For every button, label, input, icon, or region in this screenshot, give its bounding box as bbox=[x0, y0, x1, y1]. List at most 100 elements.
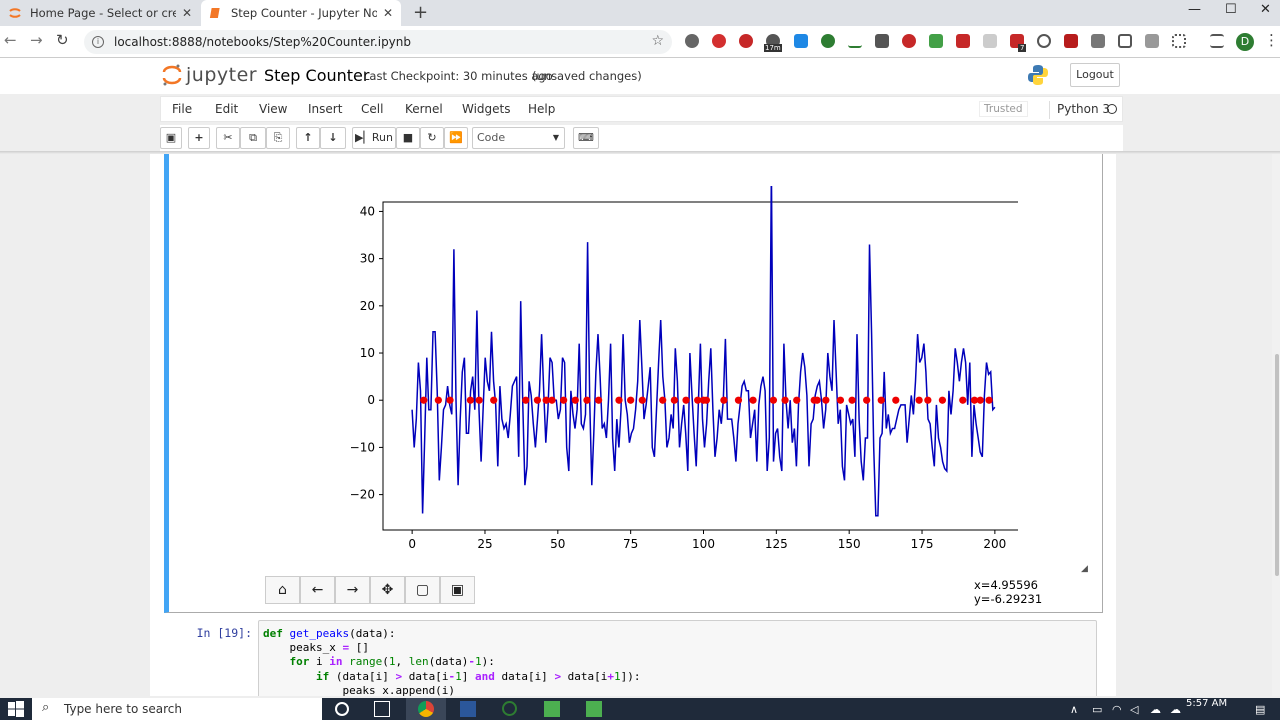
menu-file[interactable]: File bbox=[172, 102, 192, 116]
forward-arrow-icon[interactable]: → bbox=[335, 576, 370, 604]
notebook-name[interactable]: Step Counter bbox=[264, 66, 369, 85]
extension-icon[interactable] bbox=[1118, 34, 1132, 48]
browser-tab-bar: Home Page - Select or create a n ✕ Step … bbox=[0, 0, 1280, 26]
evernote-icon[interactable] bbox=[821, 34, 835, 48]
avatar[interactable]: D bbox=[1236, 33, 1254, 51]
extension-icon[interactable] bbox=[1210, 34, 1224, 48]
windows-start-icon[interactable] bbox=[8, 701, 24, 717]
extension-icon[interactable] bbox=[1172, 34, 1186, 48]
interrupt-icon[interactable]: ■ bbox=[396, 127, 420, 149]
onedrive-icon[interactable]: ☁ bbox=[1170, 703, 1181, 716]
peak-marker bbox=[813, 396, 821, 404]
peak-marker bbox=[490, 396, 498, 404]
extension-icon[interactable] bbox=[929, 34, 943, 48]
cell-type-select[interactable]: Code ▼ bbox=[472, 127, 565, 149]
extension-icon[interactable] bbox=[1064, 34, 1078, 48]
cortana-icon[interactable] bbox=[335, 702, 349, 716]
minimize-icon[interactable]: — bbox=[1188, 2, 1201, 17]
peak-marker bbox=[892, 396, 900, 404]
peak-marker bbox=[749, 396, 757, 404]
new-tab-button[interactable]: + bbox=[413, 2, 428, 23]
output-cell[interactable]: 0 25 50 75 100 125 150 175 200 −20 −10 0 10 20 30 40 ◢ … bbox=[164, 154, 1103, 613]
reload-icon[interactable]: ↻ bbox=[56, 31, 69, 49]
app-icon[interactable] bbox=[502, 701, 517, 716]
bookmark-star-icon[interactable]: ☆ bbox=[651, 33, 664, 49]
move-down-icon[interactable]: ↓ bbox=[320, 127, 346, 149]
step-plot[interactable]: 0 25 50 75 100 125 150 175 200 −20 −10 0 10 20 30 40 bbox=[338, 186, 1018, 576]
tab-step-counter[interactable]: Step Counter - Jupyter Notebook ✕ bbox=[201, 0, 401, 26]
volume-icon[interactable]: ◁ bbox=[1130, 703, 1138, 716]
task-view-icon[interactable] bbox=[374, 701, 390, 717]
restart-run-all-icon[interactable]: ⏩ bbox=[444, 127, 468, 149]
menu-edit[interactable]: Edit bbox=[215, 102, 238, 116]
resize-handle-icon[interactable]: ◢ bbox=[1081, 564, 1088, 574]
zoom-rect-icon[interactable]: ▢ bbox=[405, 576, 440, 604]
code-editor[interactable]: def get_peaks(data): peaks_x = [] for i … bbox=[258, 620, 1097, 696]
logout-button[interactable]: Logout bbox=[1070, 63, 1120, 87]
cut-icon[interactable]: ✂ bbox=[216, 127, 240, 149]
extension-icon[interactable] bbox=[1145, 34, 1159, 48]
peak-marker bbox=[659, 396, 667, 404]
extension-icon[interactable] bbox=[983, 34, 997, 48]
back-arrow-icon[interactable]: ← bbox=[4, 31, 17, 49]
taskbar-search-input[interactable]: ⌕ Type here to search bbox=[32, 698, 322, 720]
extension-icon[interactable] bbox=[875, 34, 889, 48]
insert-cell-icon[interactable]: + bbox=[188, 127, 210, 149]
notifications-icon[interactable]: ▤ bbox=[1255, 703, 1265, 716]
cloud-icon[interactable]: ☁ bbox=[1150, 703, 1161, 716]
x-tick-label: 75 bbox=[623, 537, 638, 551]
maximize-icon[interactable]: ☐ bbox=[1225, 2, 1237, 17]
tray-chevron-icon[interactable]: ∧ bbox=[1070, 703, 1078, 716]
url-text: localhost:8888/notebooks/Step%20Counter.… bbox=[114, 35, 412, 49]
menu-kebab-icon[interactable]: ⋮ bbox=[1264, 31, 1279, 49]
scrollbar-thumb[interactable] bbox=[1275, 354, 1279, 576]
dropbox-icon[interactable] bbox=[794, 34, 808, 48]
home-icon[interactable]: ⌂ bbox=[265, 576, 300, 604]
x-tick-label: 50 bbox=[550, 537, 565, 551]
extension-icon[interactable] bbox=[1091, 34, 1105, 48]
menu-view[interactable]: View bbox=[259, 102, 287, 116]
extension-icon[interactable] bbox=[956, 34, 970, 48]
word-icon[interactable] bbox=[460, 701, 476, 717]
back-arrow-icon[interactable]: ← bbox=[300, 576, 335, 604]
extension-icon[interactable] bbox=[1037, 34, 1051, 48]
menu-widgets[interactable]: Widgets bbox=[462, 102, 511, 116]
tab-close-icon[interactable]: ✕ bbox=[383, 6, 393, 20]
info-icon[interactable]: i bbox=[92, 36, 104, 48]
url-bar[interactable]: i localhost:8888/notebooks/Step%20Counte… bbox=[84, 30, 672, 54]
tab-close-icon[interactable]: ✕ bbox=[182, 6, 192, 20]
kernel-name: Python 3 bbox=[1057, 102, 1111, 116]
keyboard-icon[interactable]: ⌨ bbox=[573, 127, 599, 149]
menu-insert[interactable]: Insert bbox=[308, 102, 342, 116]
unsaved-status: (unsaved changes) bbox=[532, 69, 642, 83]
menu-cell[interactable]: Cell bbox=[361, 102, 383, 116]
peak-marker bbox=[976, 396, 984, 404]
menu-kernel[interactable]: Kernel bbox=[405, 102, 443, 116]
tab-home-page[interactable]: Home Page - Select or create a n ✕ bbox=[0, 0, 200, 26]
adblock-icon[interactable] bbox=[712, 34, 726, 48]
copy-icon[interactable]: ⧉ bbox=[240, 127, 266, 149]
forward-arrow-icon[interactable]: → bbox=[30, 31, 43, 49]
save-icon[interactable]: ▣ bbox=[160, 127, 182, 149]
move-up-icon[interactable]: ↑ bbox=[296, 127, 320, 149]
chrome-icon[interactable] bbox=[418, 701, 434, 717]
battery-icon[interactable]: ▭ bbox=[1092, 703, 1102, 716]
camtasia-recorder-icon[interactable] bbox=[586, 701, 602, 717]
extension-icon[interactable] bbox=[685, 34, 699, 48]
extension-icon[interactable] bbox=[848, 34, 862, 48]
camtasia-icon[interactable] bbox=[544, 701, 560, 717]
pan-move-icon[interactable]: ✥ bbox=[370, 576, 405, 604]
pinterest-icon[interactable] bbox=[739, 34, 753, 48]
taskbar-clock[interactable]: 5:57 AM bbox=[1186, 698, 1227, 709]
window-close-icon[interactable]: ✕ bbox=[1260, 2, 1271, 17]
jupyter-logo[interactable]: jupyter bbox=[162, 63, 257, 87]
menu-help[interactable]: Help bbox=[528, 102, 555, 116]
restart-icon[interactable]: ↻ bbox=[420, 127, 444, 149]
extension-icon[interactable] bbox=[902, 34, 916, 48]
trusted-indicator[interactable]: Trusted bbox=[979, 101, 1028, 117]
code-cell[interactable]: In [19]: def get_peaks(data): peaks_x = … bbox=[164, 618, 1099, 696]
save-figure-icon[interactable]: ▣ bbox=[440, 576, 475, 604]
wifi-icon[interactable]: ◠ bbox=[1112, 703, 1122, 716]
paste-icon[interactable]: ⎘ bbox=[266, 127, 290, 149]
run-button[interactable]: ▶▏Run bbox=[352, 127, 396, 149]
